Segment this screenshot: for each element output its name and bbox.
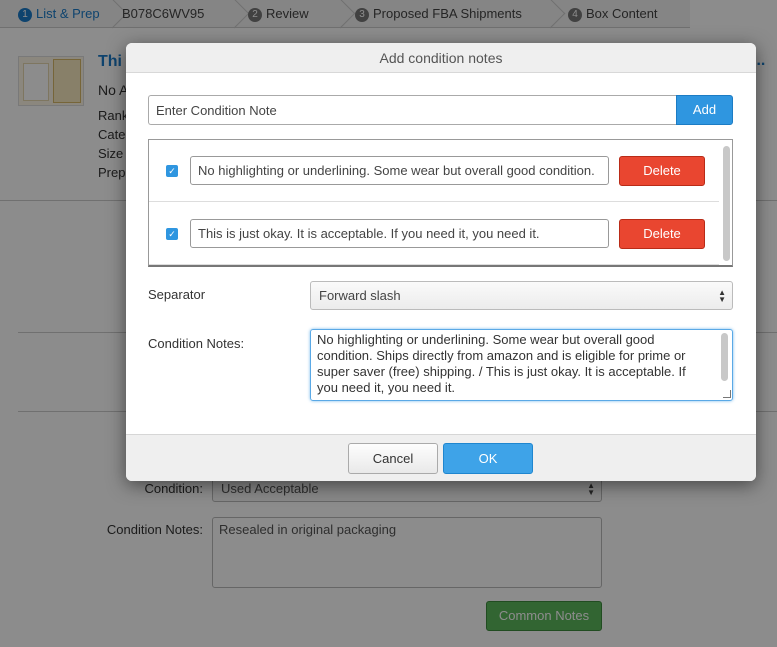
add-condition-notes-dialog: Add condition notes Add ✓ No highlightin…: [126, 43, 756, 481]
note-text-field[interactable]: This is just okay. It is acceptable. If …: [190, 219, 609, 248]
dialog-footer: Cancel OK: [126, 434, 756, 481]
dialog-title: Add condition notes: [126, 43, 756, 73]
textarea-scrollbar[interactable]: [721, 333, 728, 381]
note-text-field[interactable]: No highlighting or underlining. Some wea…: [190, 156, 609, 185]
list-scrollbar[interactable]: [723, 146, 730, 261]
condition-notes-list: ✓ No highlighting or underlining. Some w…: [148, 139, 733, 267]
condition-note-input[interactable]: [148, 95, 676, 125]
condition-notes-label: Condition Notes:: [148, 336, 245, 351]
cancel-button[interactable]: Cancel: [348, 443, 438, 474]
condition-notes-textarea[interactable]: No highlighting or underlining. Some wea…: [310, 329, 733, 401]
delete-button[interactable]: Delete: [619, 156, 705, 186]
note-entry-group: Add: [148, 95, 733, 125]
note-checkbox[interactable]: ✓: [166, 165, 178, 177]
list-item: ✓ No highlighting or underlining. Some w…: [149, 140, 719, 202]
separator-label: Separator: [148, 287, 206, 302]
note-checkbox[interactable]: ✓: [166, 228, 178, 240]
resize-grip-icon[interactable]: [723, 390, 731, 398]
add-button[interactable]: Add: [676, 95, 733, 125]
list-item: ✓ This is just okay. It is acceptable. I…: [149, 203, 719, 265]
separator-select[interactable]: Forward slash ▲ ▼: [310, 281, 733, 310]
ok-button[interactable]: OK: [443, 443, 533, 474]
select-arrows-icon: ▲ ▼: [718, 288, 726, 304]
delete-button[interactable]: Delete: [619, 219, 705, 249]
